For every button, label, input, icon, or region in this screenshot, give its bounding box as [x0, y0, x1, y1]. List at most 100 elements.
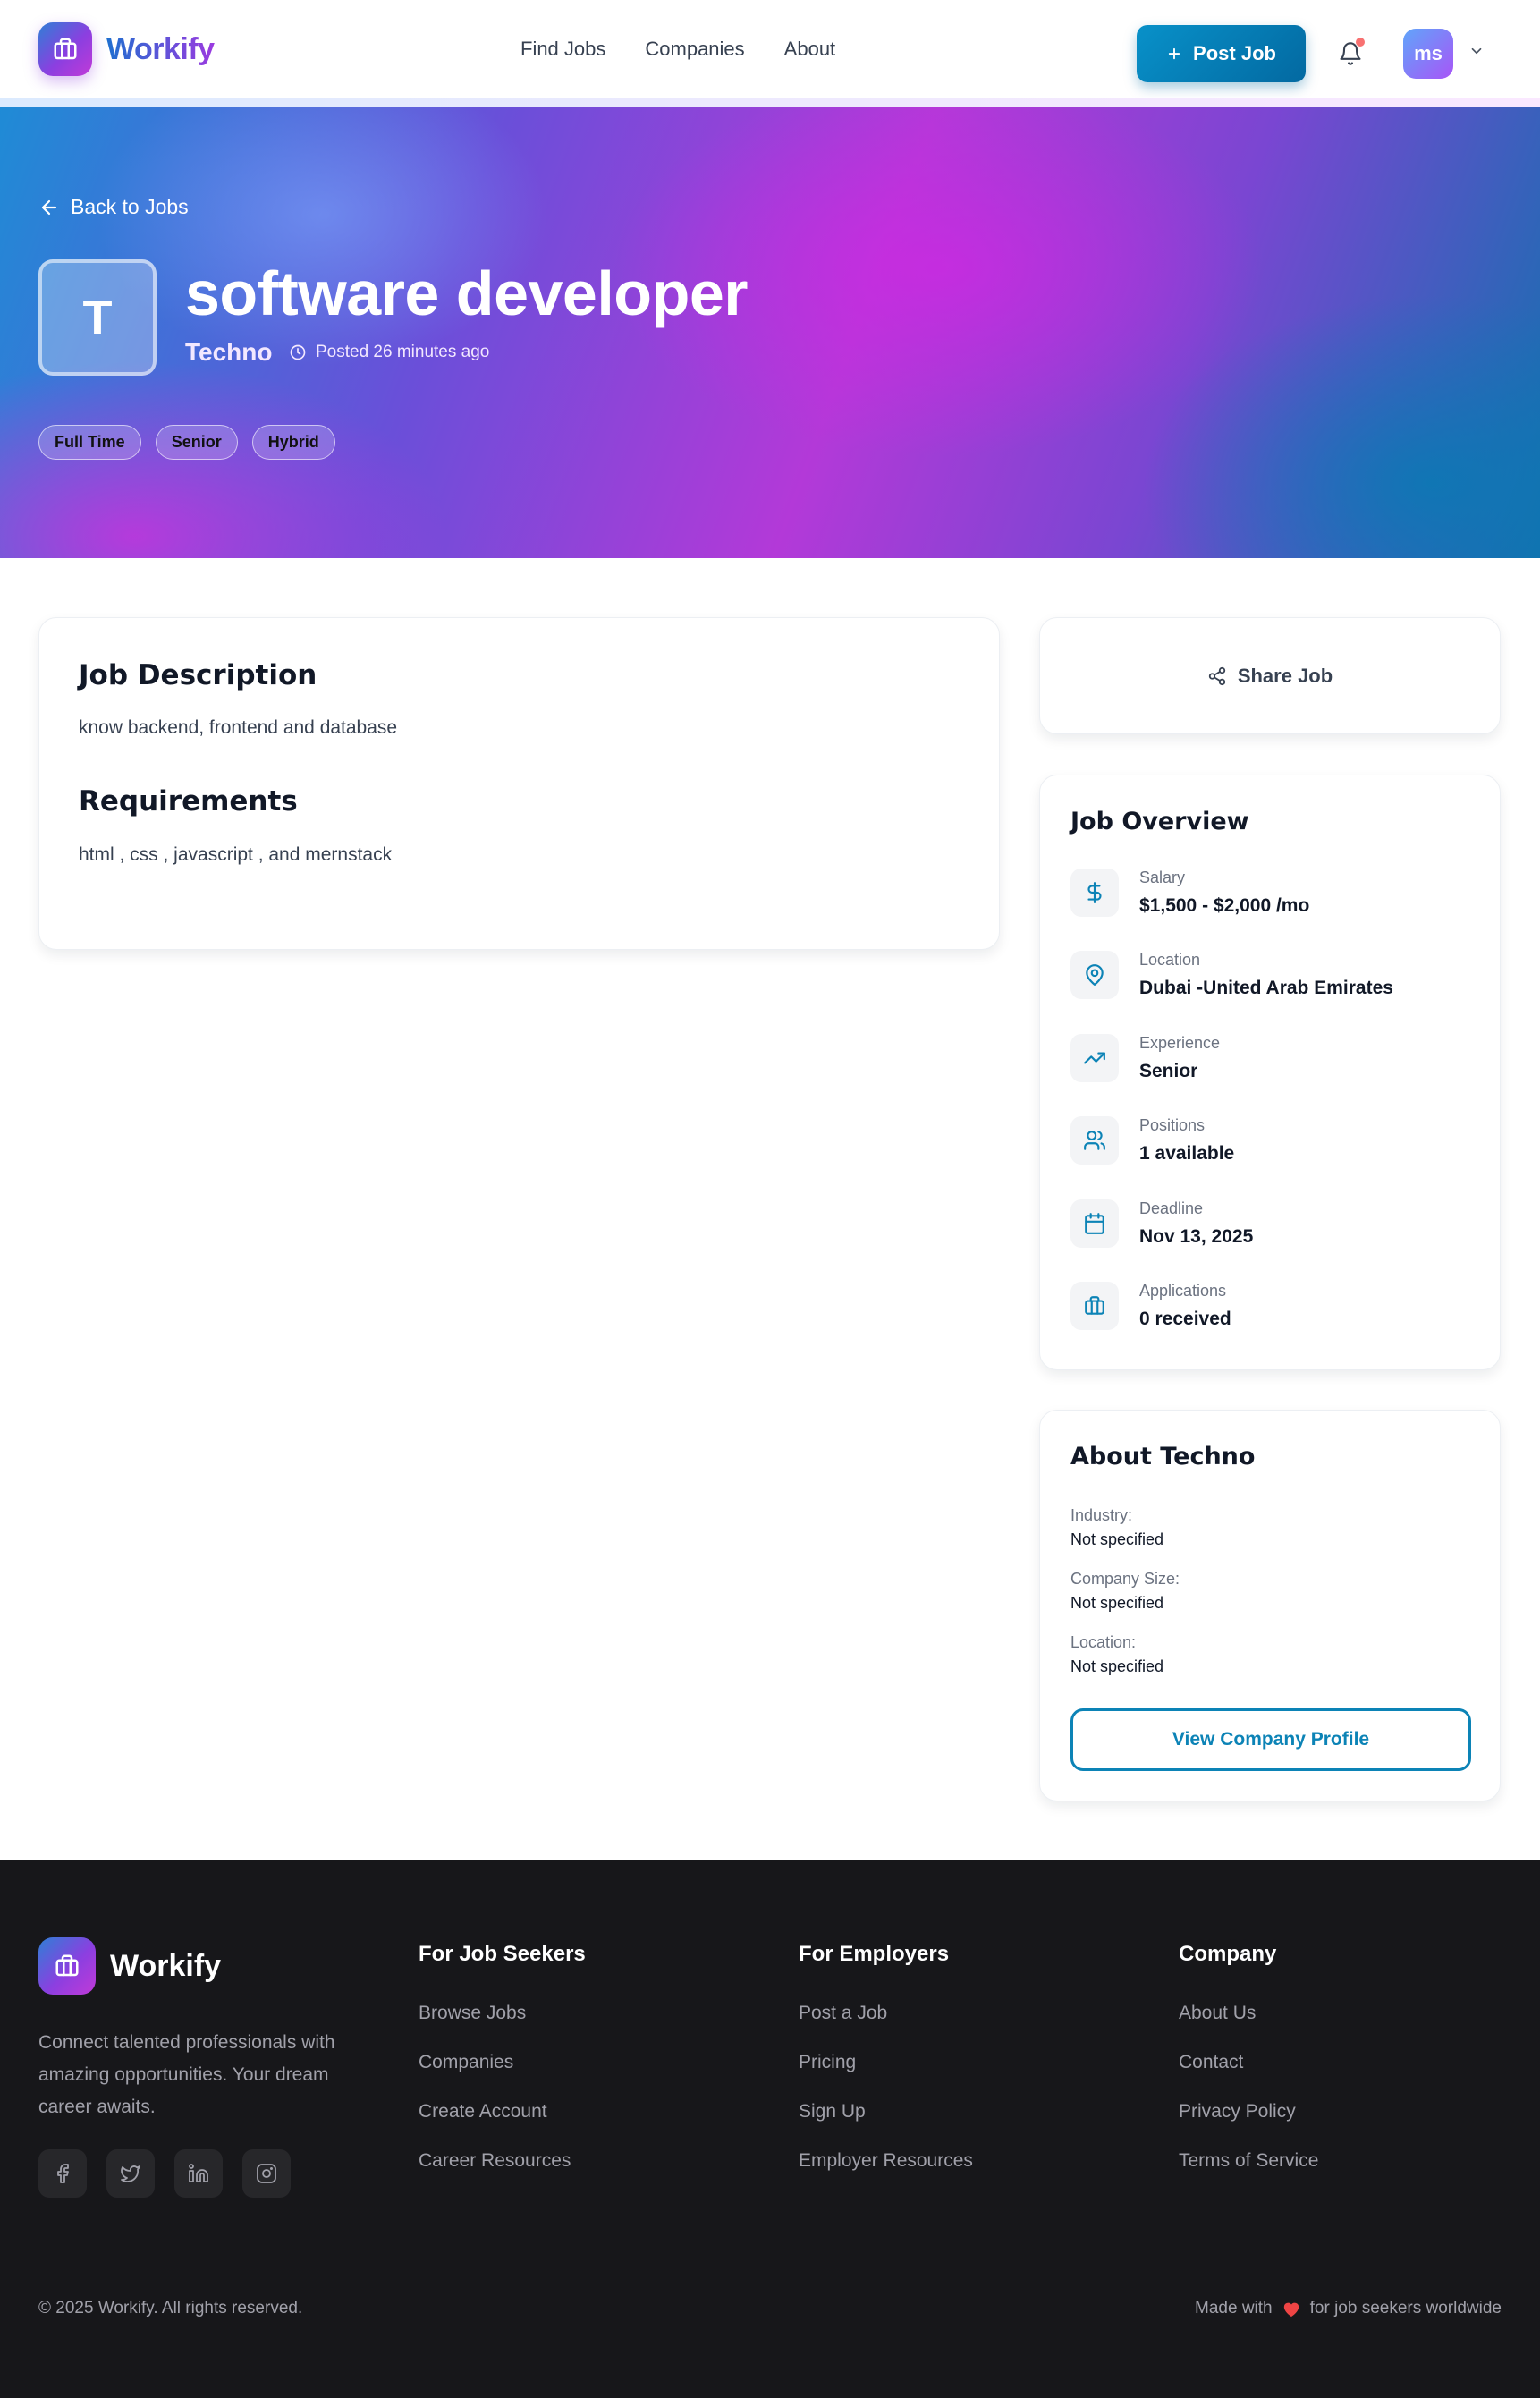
footer-link[interactable]: Browse Jobs [419, 2003, 586, 2052]
job-title: software developer [185, 258, 749, 328]
overview-value: Senior [1139, 1061, 1198, 1081]
about-size-label: Company Size: [1070, 1570, 1180, 1588]
overview-label: Location [1139, 951, 1201, 969]
nav-link-find-jobs[interactable]: Find Jobs [520, 38, 605, 61]
overview-item-location: Location Dubai -United Arab Emirates [1070, 951, 1482, 1022]
chevron-down-icon[interactable] [1467, 41, 1486, 61]
overview-label: Applications [1139, 1282, 1227, 1300]
map-pin-icon [1070, 951, 1119, 999]
job-overview-title: Job Overview [1070, 808, 1249, 835]
requirements-text: html , css , javascript , and mernstack [79, 844, 393, 865]
share-icon [1208, 666, 1225, 685]
notifications-button[interactable] [1333, 36, 1368, 72]
clock-icon [290, 344, 306, 360]
dollar-icon [1070, 869, 1119, 917]
twitter-icon[interactable] [106, 2149, 155, 2198]
copyright: © 2025 Workify. All rights reserved. [38, 2299, 303, 2318]
about-location-value: Not specified [1070, 1657, 1164, 1675]
footer-link[interactable]: Create Account [419, 2101, 586, 2150]
footer-col-employers: For Employers Post a Job Pricing Sign Up… [799, 1942, 973, 2199]
requirements-title: Requirements [79, 785, 298, 818]
arrow-left-icon [41, 199, 57, 215]
job-hero: Back to Jobs T software developer Techno… [0, 107, 1540, 558]
made-with-prefix: Made with [1195, 2299, 1273, 2318]
company-logo: T [38, 259, 157, 376]
overview-item-positions: Positions 1 available [1070, 1116, 1482, 1188]
brand-name: Workify [106, 31, 215, 66]
about-company-title: About Techno [1070, 1443, 1256, 1470]
facebook-icon[interactable] [38, 2149, 87, 2198]
job-tags: Full Time Senior Hybrid [38, 425, 335, 460]
company-name[interactable]: Techno [185, 338, 272, 367]
footer-link[interactable]: Post a Job [799, 2003, 973, 2052]
briefcase-icon [38, 22, 92, 76]
footer-link[interactable]: Employer Resources [799, 2150, 973, 2199]
share-job-button[interactable]: Share Job [1039, 617, 1501, 734]
footer-link[interactable]: About Us [1179, 2003, 1318, 2052]
post-job-label: Post Job [1193, 42, 1276, 64]
footer-link[interactable]: Companies [419, 2052, 586, 2101]
made-with-love: Made with for job seekers worldwide [1195, 2299, 1502, 2318]
linkedin-icon[interactable] [174, 2149, 223, 2198]
heart-icon [1283, 2302, 1299, 2318]
tag-level: Senior [155, 425, 238, 460]
footer-col-company: Company About Us Contact Privacy Policy … [1179, 1942, 1318, 2199]
footer-link[interactable]: Career Resources [419, 2150, 586, 2199]
footer-col-title: For Employers [799, 1942, 950, 1966]
nav-link-about[interactable]: About [784, 38, 836, 61]
plus-icon [1168, 47, 1180, 60]
overview-label: Deadline [1139, 1199, 1204, 1217]
overview-item-salary: Salary $1,500 - $2,000 /mo [1070, 869, 1482, 940]
briefcase-icon [1070, 1282, 1119, 1330]
footer-link[interactable]: Pricing [799, 2052, 973, 2101]
footer-brand-name: Workify [110, 1948, 222, 1983]
footer-link[interactable]: Sign Up [799, 2101, 973, 2150]
job-overview-card: Job Overview Salary $1,500 - $2,000 /mo … [1039, 775, 1501, 1370]
overview-value: Dubai -United Arab Emirates [1139, 978, 1393, 998]
view-company-profile-button[interactable]: View Company Profile [1070, 1708, 1471, 1771]
social-links [38, 2149, 291, 2198]
job-description-card: Job Description know backend, frontend a… [38, 617, 1000, 950]
overview-value: Nov 13, 2025 [1139, 1226, 1254, 1247]
top-nav: Workify Find Jobs Companies About Post J… [0, 0, 1540, 98]
about-industry-label: Industry: [1070, 1506, 1133, 1524]
overview-value: $1,500 - $2,000 /mo [1139, 895, 1310, 916]
overview-value: 0 received [1139, 1309, 1231, 1329]
back-to-jobs-link[interactable]: Back to Jobs [38, 195, 189, 219]
users-icon [1070, 1116, 1119, 1165]
about-industry-value: Not specified [1070, 1530, 1164, 1548]
footer-brand[interactable]: Workify [38, 1937, 221, 1995]
footer-link[interactable]: Terms of Service [1179, 2150, 1318, 2199]
trending-up-icon [1070, 1034, 1119, 1082]
overview-value: 1 available [1139, 1143, 1235, 1164]
nav-divider [0, 98, 1540, 107]
job-description-text: know backend, frontend and database [79, 717, 398, 738]
footer-col-title: Company [1179, 1942, 1277, 1966]
made-with-suffix: for job seekers worldwide [1309, 2299, 1502, 2318]
overview-item-deadline: Deadline Nov 13, 2025 [1070, 1199, 1482, 1271]
post-job-button[interactable]: Post Job [1137, 25, 1306, 82]
overview-label: Positions [1139, 1116, 1206, 1134]
footer-col-title: For Job Seekers [419, 1942, 586, 1966]
posted-time-label: Posted 26 minutes ago [316, 343, 490, 361]
brand-logo[interactable]: Workify [38, 22, 215, 76]
overview-item-applications: Applications 0 received [1070, 1282, 1482, 1353]
overview-label: Salary [1139, 869, 1186, 886]
briefcase-icon [38, 1937, 96, 1995]
instagram-icon[interactable] [242, 2149, 291, 2198]
share-job-label: Share Job [1237, 664, 1333, 687]
footer-link[interactable]: Contact [1179, 2052, 1318, 2101]
site-footer: Workify Connect talented professionals w… [0, 1860, 1540, 2398]
notification-dot [1356, 38, 1365, 47]
job-description-title: Job Description [79, 659, 317, 691]
user-avatar[interactable]: ms [1403, 29, 1453, 79]
about-company-card: About Techno Industry: Not specified Com… [1039, 1410, 1501, 1801]
about-location-label: Location: [1070, 1633, 1137, 1651]
main-nav: Find Jobs Companies About [520, 0, 835, 98]
tag-work-mode: Hybrid [251, 425, 335, 460]
footer-tagline: Connect talented professionals with amaz… [38, 2032, 335, 2117]
nav-link-companies[interactable]: Companies [645, 38, 744, 61]
calendar-icon [1070, 1199, 1119, 1248]
footer-col-job-seekers: For Job Seekers Browse Jobs Companies Cr… [419, 1942, 586, 2199]
footer-link[interactable]: Privacy Policy [1179, 2101, 1318, 2150]
